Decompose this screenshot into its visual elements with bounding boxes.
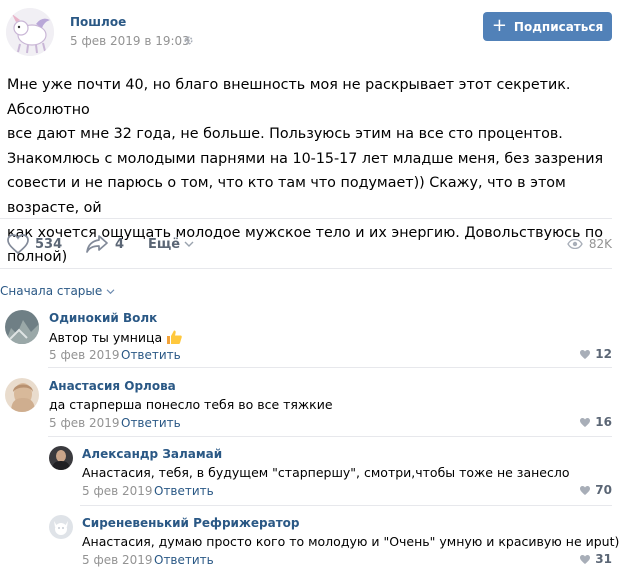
eye-icon — [567, 239, 583, 249]
chevron-down-icon — [106, 288, 115, 294]
post-text-line: Мне уже почти 40, но благо внешность моя… — [7, 77, 571, 118]
comment-like-count: 70 — [595, 483, 612, 497]
thumbs-up-emoji-icon — [165, 329, 183, 345]
divider — [48, 367, 612, 368]
views-count: 82K — [588, 237, 612, 251]
plus-icon: + — [491, 14, 507, 36]
comment-date[interactable]: 5 фев 2019 — [82, 484, 153, 498]
post-text-line: все дают мне 32 года, не больше. Пользую… — [7, 126, 563, 143]
chevron-down-icon — [184, 241, 194, 247]
reply-button[interactable]: Ответить — [154, 484, 214, 498]
post-actions: 534 4 Ещё 82K — [0, 228, 620, 260]
comment: Одинокий Волк Автор ты умница 5 фев 2019… — [0, 308, 620, 370]
divider — [0, 268, 612, 269]
comment-date[interactable]: 5 фев 2019 — [49, 416, 120, 430]
like-button[interactable]: 534 — [6, 228, 62, 260]
comment-reply: Сиреневенький Рефрижератор Анастасия, ду… — [0, 513, 620, 573]
commenter-avatar[interactable] — [5, 310, 39, 344]
comment-author[interactable]: Александр Заламай — [82, 447, 222, 461]
divider — [80, 505, 612, 506]
commenter-avatar[interactable] — [49, 446, 73, 470]
divider — [0, 218, 612, 219]
share-icon — [86, 235, 108, 253]
comment-text-body: Автор ты умница — [49, 330, 163, 345]
subscribe-label: Подписаться — [513, 19, 604, 34]
post-text-line: совести и не парюсь о том, что кто там ч… — [7, 175, 566, 216]
like-count: 534 — [35, 236, 63, 252]
group-name[interactable]: Пошлое — [70, 15, 126, 29]
post-date[interactable]: 5 фев 2019 в 19:03 — [70, 34, 190, 48]
comment-like-button[interactable]: 70 — [579, 483, 612, 497]
comment-reply: Александр Заламай Анастасия, тебя, в буд… — [0, 444, 620, 508]
post-text-line: Знакомлюсь с молодыми парнями на 10-15-1… — [7, 150, 604, 167]
heart-icon — [580, 554, 591, 564]
comment-text: Анастасия, тебя, в будущем "старпершу", … — [82, 465, 570, 480]
comment: Анастасия Орлова да старперша понесло те… — [0, 376, 620, 440]
heart-icon — [580, 485, 591, 495]
heart-icon — [580, 349, 591, 359]
comment-author[interactable]: Одинокий Волк — [49, 311, 157, 325]
gear-icon[interactable] — [183, 35, 194, 46]
comment-date[interactable]: 5 фев 2019 — [49, 348, 120, 362]
subscribe-button[interactable]: + Подписаться — [483, 12, 612, 41]
share-button[interactable]: 4 — [85, 228, 124, 260]
reply-button[interactable]: Ответить — [121, 416, 181, 430]
comment-like-button[interactable]: 31 — [579, 552, 612, 566]
comment-author[interactable]: Сиреневенький Рефрижератор — [82, 516, 300, 530]
divider — [48, 436, 612, 437]
comment-author[interactable]: Анастасия Орлова — [49, 379, 176, 393]
commenter-avatar[interactable] — [49, 515, 73, 539]
reply-button[interactable]: Ответить — [121, 348, 181, 362]
comment-text: Автор ты умница — [49, 329, 183, 345]
comment-like-count: 31 — [595, 552, 612, 566]
comment-text: да старперша понесло тебя во все тяжкие — [49, 397, 333, 412]
share-count: 4 — [115, 236, 125, 252]
comment-like-button[interactable]: 12 — [579, 347, 612, 361]
more-label: Ещё — [148, 236, 181, 252]
comment-like-count: 16 — [595, 415, 612, 429]
commenter-avatar[interactable] — [5, 378, 39, 412]
comments-sort-dropdown[interactable]: Сначала старые — [0, 284, 115, 298]
comment-like-button[interactable]: 16 — [579, 415, 612, 429]
reply-button[interactable]: Ответить — [154, 553, 214, 567]
comment-like-count: 12 — [595, 347, 612, 361]
group-avatar[interactable] — [6, 8, 54, 56]
comment-date[interactable]: 5 фев 2019 — [82, 553, 153, 567]
comment-text: Анастасия, думаю просто кого то молодую … — [82, 534, 620, 549]
comments-sort-label: Сначала старые — [0, 284, 103, 298]
heart-icon — [580, 417, 591, 427]
heart-icon — [7, 234, 29, 255]
views-counter: 82K — [567, 228, 612, 260]
more-button[interactable]: Ещё — [148, 228, 194, 260]
post-header: Пошлое 5 фев 2019 в 19:03 + Подписаться — [0, 0, 620, 60]
